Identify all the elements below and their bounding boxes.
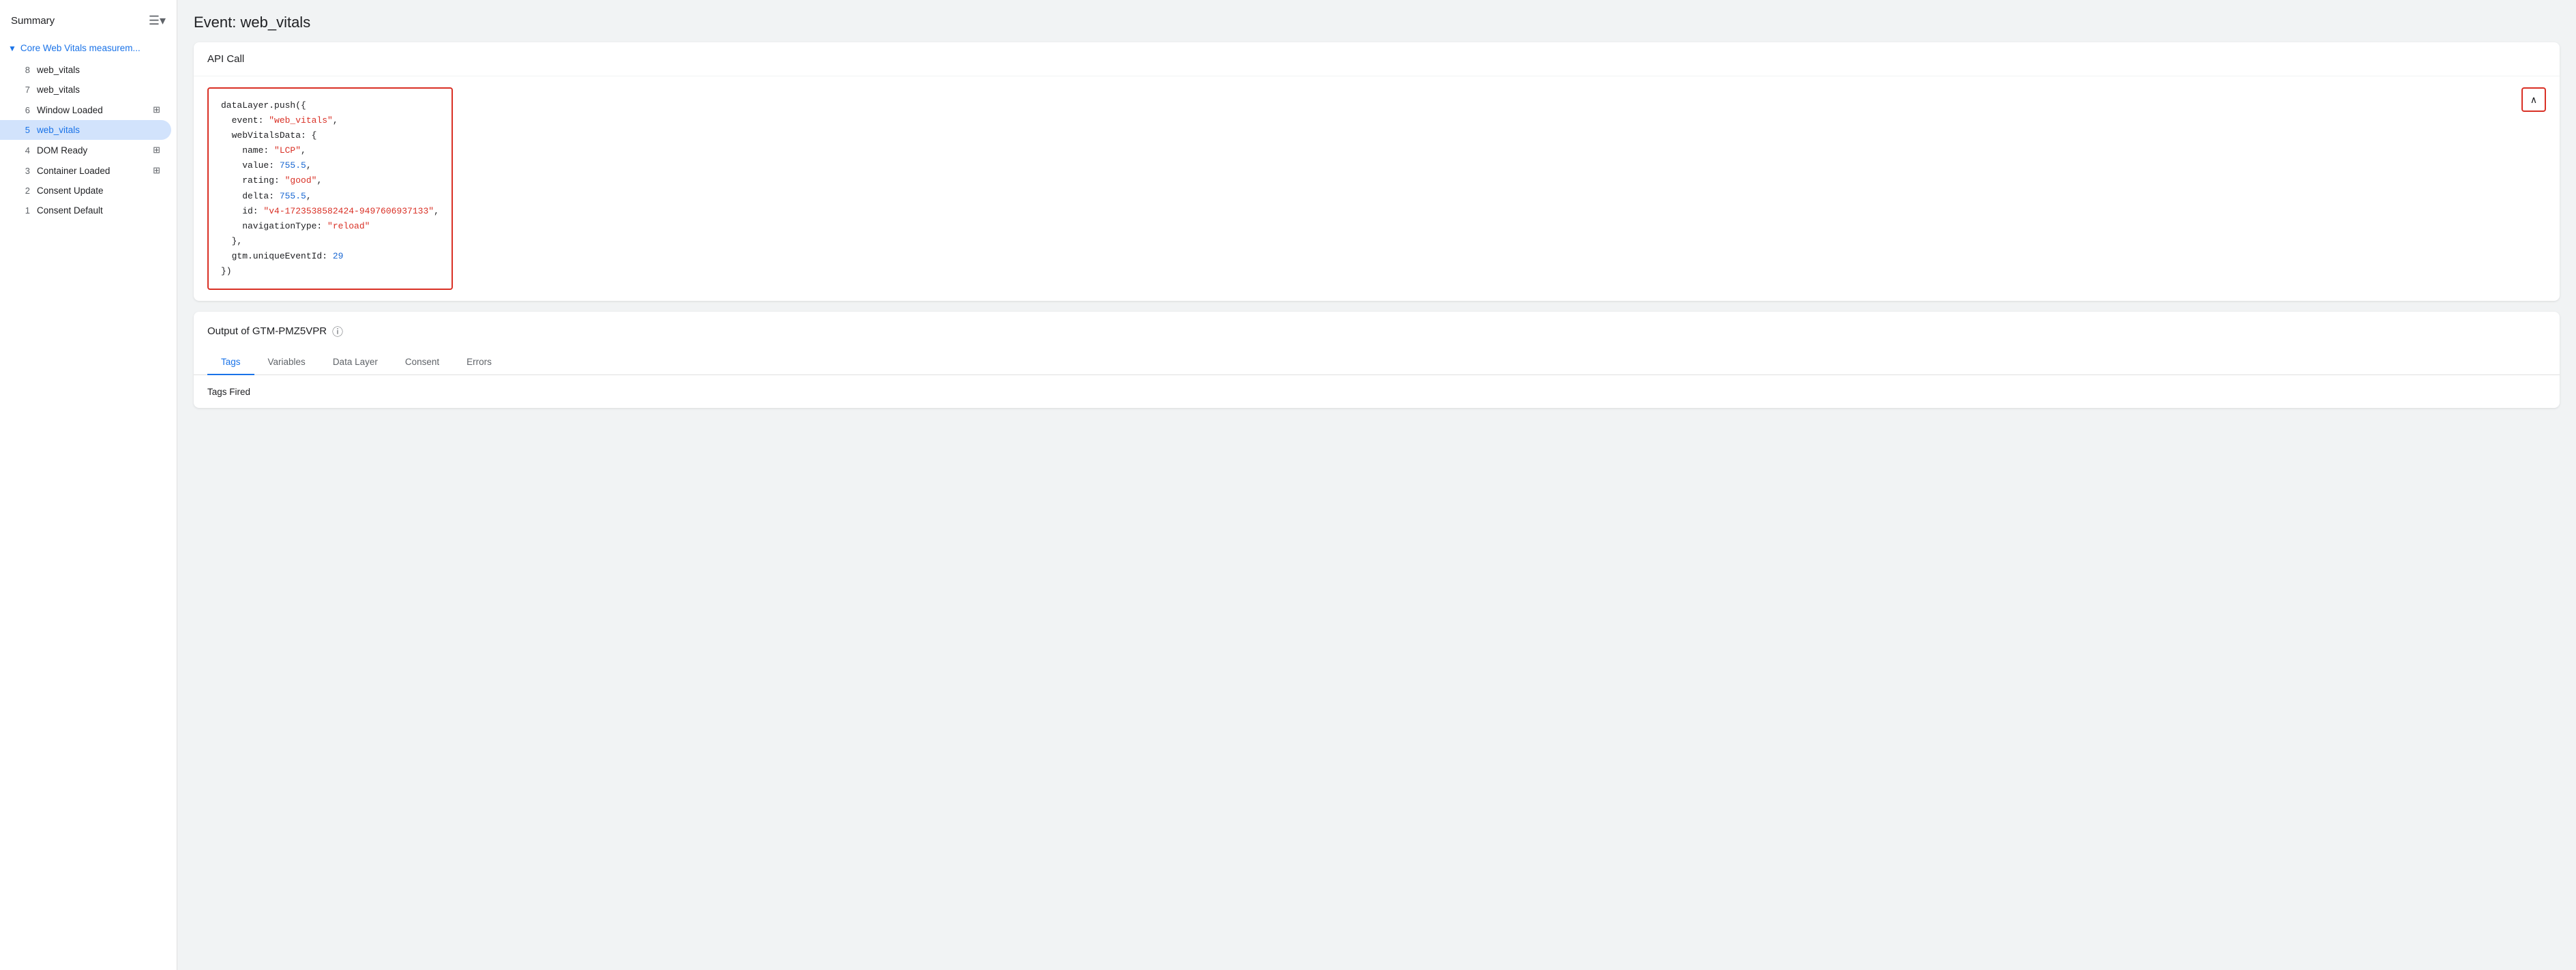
item-number-8: 8 — [16, 65, 30, 75]
tabs-bar: Tags Variables Data Layer Consent Errors — [194, 350, 2560, 375]
code-line-11: gtm.uniqueEventId: 29 — [221, 249, 439, 264]
sidebar-group-label: Core Web Vitals measurem... — [20, 43, 140, 53]
output-header-label: Output of GTM-PMZ5VPR — [207, 325, 327, 337]
api-call-card: API Call dataLayer.push({ event: "web_vi… — [194, 42, 2560, 301]
api-call-content: dataLayer.push({ event: "web_vitals", we… — [194, 76, 2560, 301]
tab-variables[interactable]: Variables — [254, 350, 319, 375]
sidebar-item-1[interactable]: 1 Consent Default — [0, 201, 171, 220]
item-label-7: web_vitals — [37, 85, 160, 95]
tags-fired-label: Tags Fired — [207, 387, 250, 397]
page-title: Event: web_vitals — [194, 14, 2560, 31]
code-icon-6: ⊞ — [153, 104, 160, 115]
item-label-5: web_vitals — [37, 125, 160, 135]
tab-tags[interactable]: Tags — [207, 350, 254, 375]
code-line-7: delta: 755.5, — [221, 189, 439, 204]
code-line-2: event: "web_vitals", — [221, 113, 439, 128]
code-line-5: value: 755.5, — [221, 158, 439, 173]
item-label-4: DOM Ready — [37, 145, 149, 156]
tab-consent[interactable]: Consent — [391, 350, 453, 375]
item-label-6: Window Loaded — [37, 105, 149, 115]
code-line-10: }, — [221, 234, 439, 249]
code-line-8: id: "v4-1723538582424-9497606937133", — [221, 204, 439, 219]
sidebar-group-item-core-web-vitals[interactable]: ▼ Core Web Vitals measurem... — [0, 39, 177, 57]
filter-icon[interactable]: ☰▾ — [149, 14, 166, 28]
code-line-6: rating: "good", — [221, 173, 439, 188]
code-line-9: navigationType: "reload" — [221, 219, 439, 234]
sidebar-group: ▼ Core Web Vitals measurem... — [0, 36, 177, 60]
sidebar-item-7[interactable]: 7 web_vitals — [0, 80, 171, 100]
tab-data-layer[interactable]: Data Layer — [319, 350, 391, 375]
item-number-1: 1 — [16, 205, 30, 216]
output-card-header: Output of GTM-PMZ5VPR ⓘ — [194, 312, 2560, 350]
item-label-3: Container Loaded — [37, 166, 149, 176]
collapse-button[interactable]: ∧ — [2521, 87, 2546, 112]
sidebar-item-5[interactable]: 5 web_vitals — [0, 120, 171, 140]
item-number-5: 5 — [16, 125, 30, 135]
item-number-6: 6 — [16, 105, 30, 115]
output-card: Output of GTM-PMZ5VPR ⓘ Tags Variables D… — [194, 312, 2560, 408]
sidebar-header: Summary ☰▾ — [0, 8, 177, 36]
item-number-2: 2 — [16, 186, 30, 196]
sidebar-item-2[interactable]: 2 Consent Update — [0, 181, 171, 201]
code-line-4: name: "LCP", — [221, 143, 439, 158]
code-line-1: dataLayer.push({ — [221, 98, 439, 113]
item-label-1: Consent Default — [37, 205, 160, 216]
item-label-8: web_vitals — [37, 65, 160, 75]
code-icon-4: ⊞ — [153, 145, 160, 156]
sidebar-item-6[interactable]: 6 Window Loaded ⊞ — [0, 100, 171, 120]
api-call-header: API Call — [194, 42, 2560, 76]
sidebar-items-list: 8 web_vitals 7 web_vitals 6 Window Loade… — [0, 60, 177, 220]
tab-errors[interactable]: Errors — [453, 350, 505, 375]
item-number-3: 3 — [16, 166, 30, 176]
sidebar-item-4[interactable]: 4 DOM Ready ⊞ — [0, 140, 171, 160]
code-block: dataLayer.push({ event: "web_vitals", we… — [207, 87, 453, 290]
tags-fired-section: Tags Fired — [194, 375, 2560, 408]
help-icon[interactable]: ⓘ — [332, 323, 343, 339]
sidebar-item-8[interactable]: 8 web_vitals — [0, 60, 171, 80]
item-label-2: Consent Update — [37, 186, 160, 196]
code-line-3: webVitalsData: { — [221, 128, 439, 143]
item-number-4: 4 — [16, 145, 30, 156]
chevron-up-icon: ∧ — [2530, 94, 2537, 106]
chevron-down-icon: ▼ — [8, 44, 16, 53]
sidebar-title: Summary — [11, 15, 55, 27]
sidebar: Summary ☰▾ ▼ Core Web Vitals measurem...… — [0, 0, 177, 970]
code-icon-3: ⊞ — [153, 165, 160, 176]
sidebar-item-3[interactable]: 3 Container Loaded ⊞ — [0, 160, 171, 181]
item-number-7: 7 — [16, 85, 30, 95]
main-content: Event: web_vitals API Call dataLayer.pus… — [177, 0, 2576, 970]
code-line-12: }) — [221, 264, 439, 279]
